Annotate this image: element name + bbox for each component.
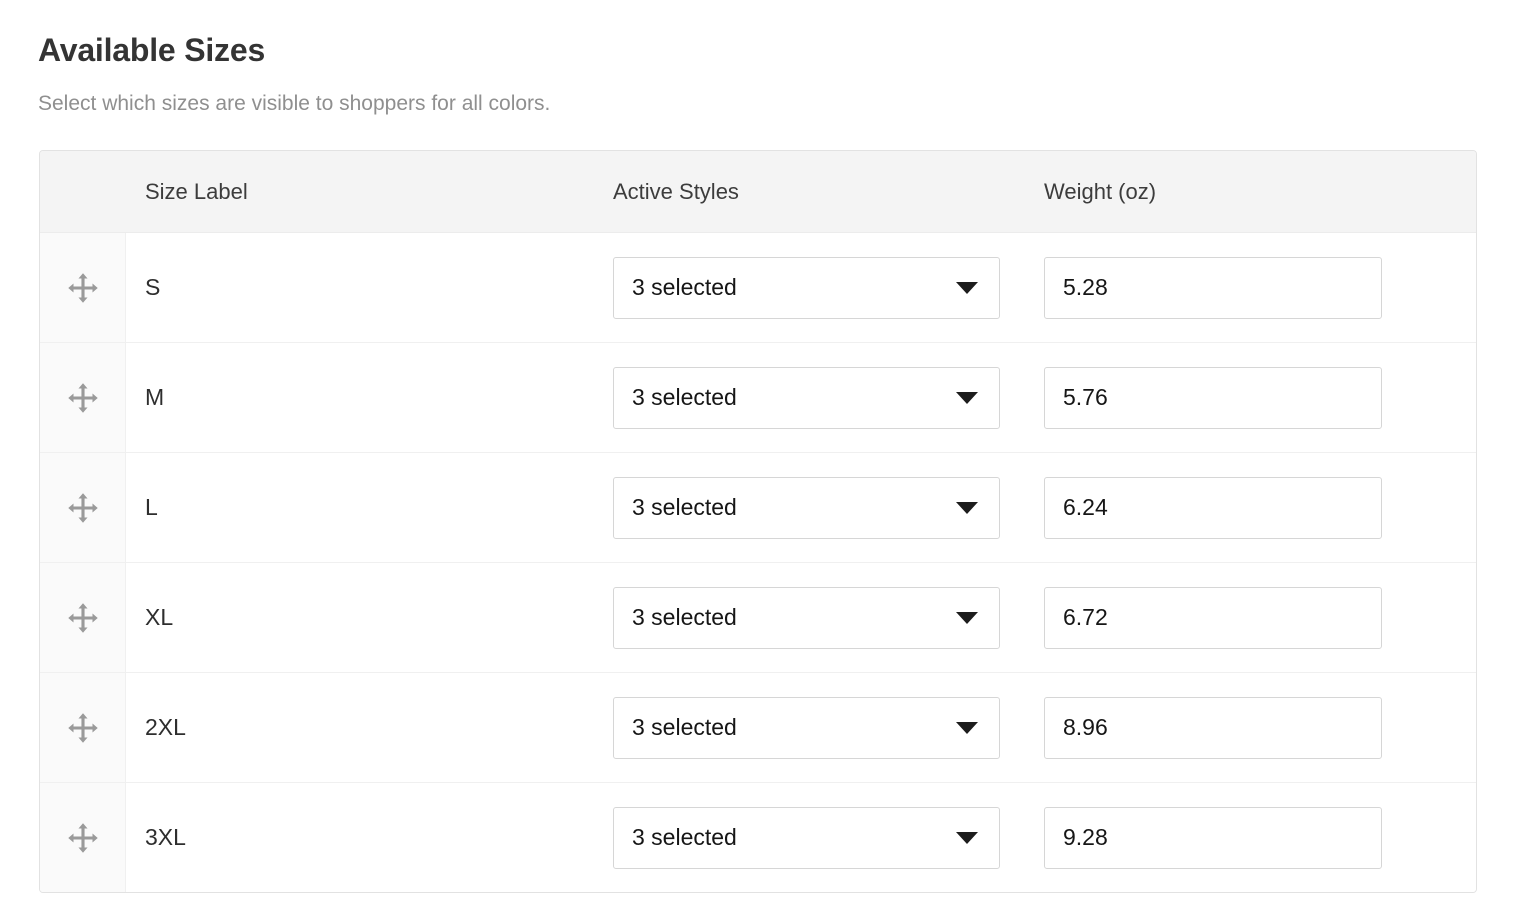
active-styles-value: 3 selected (632, 274, 737, 300)
weight-cell (1044, 673, 1476, 782)
page-subtitle: Select which sizes are visible to shoppe… (38, 92, 551, 115)
weight-input[interactable] (1044, 476, 1382, 539)
size-label-text: L (145, 494, 158, 520)
chevron-down-icon (956, 721, 978, 734)
active-styles-cell: 3 selected (613, 783, 1044, 892)
active-styles-cell: 3 selected (613, 343, 1044, 452)
active-styles-select[interactable]: 3 selected (613, 476, 1000, 539)
weight-cell (1044, 783, 1476, 892)
active-styles-cell: 3 selected (613, 563, 1044, 672)
drag-handle[interactable] (40, 563, 126, 672)
active-styles-value: 3 selected (632, 384, 737, 410)
table-body: S 3 selected M 3 selected (40, 232, 1476, 892)
size-label-cell: 2XL (126, 673, 613, 782)
active-styles-cell: 3 selected (613, 233, 1044, 342)
move-icon (66, 271, 100, 305)
table-row: S 3 selected (40, 232, 1476, 342)
size-label-text: 2XL (145, 714, 186, 740)
chevron-down-icon (956, 501, 978, 514)
active-styles-value: 3 selected (632, 824, 737, 850)
drag-handle[interactable] (40, 783, 126, 892)
drag-handle[interactable] (40, 453, 126, 562)
column-header-active-styles: Active Styles (613, 178, 739, 204)
available-sizes-page: Available Sizes Select which sizes are v… (0, 0, 1514, 912)
active-styles-select[interactable]: 3 selected (613, 696, 1000, 759)
page-title: Available Sizes (38, 32, 266, 68)
column-header-size-label: Size Label (145, 178, 248, 204)
active-styles-cell: 3 selected (613, 453, 1044, 562)
active-styles-select[interactable]: 3 selected (613, 366, 1000, 429)
active-styles-value: 3 selected (632, 714, 737, 740)
size-label-cell: M (126, 343, 613, 452)
weight-cell (1044, 233, 1476, 342)
active-styles-select[interactable]: 3 selected (613, 586, 1000, 649)
drag-handle[interactable] (40, 233, 126, 342)
move-icon (66, 821, 100, 855)
active-styles-cell: 3 selected (613, 673, 1044, 782)
weight-cell (1044, 563, 1476, 672)
size-label-cell: XL (126, 563, 613, 672)
move-icon (66, 381, 100, 415)
move-icon (66, 491, 100, 525)
weight-input[interactable] (1044, 256, 1382, 319)
chevron-down-icon (956, 281, 978, 294)
chevron-down-icon (956, 391, 978, 404)
move-icon (66, 601, 100, 635)
weight-input[interactable] (1044, 806, 1382, 869)
size-label-cell: L (126, 453, 613, 562)
table-row: M 3 selected (40, 342, 1476, 452)
weight-cell (1044, 343, 1476, 452)
table-row: XL 3 selected (40, 562, 1476, 672)
size-label-text: 3XL (145, 824, 186, 850)
table-row: L 3 selected (40, 452, 1476, 562)
size-label-text: S (145, 274, 161, 300)
move-icon (66, 711, 100, 745)
size-label-cell: 3XL (126, 783, 613, 892)
column-header-weight: Weight (oz) (1044, 178, 1157, 204)
table-header-drag-spacer (40, 151, 126, 232)
weight-input[interactable] (1044, 366, 1382, 429)
chevron-down-icon (956, 831, 978, 844)
active-styles-select[interactable]: 3 selected (613, 806, 1000, 869)
active-styles-select[interactable]: 3 selected (613, 256, 1000, 319)
active-styles-value: 3 selected (632, 604, 737, 630)
chevron-down-icon (956, 611, 978, 624)
weight-cell (1044, 453, 1476, 562)
table-row: 2XL 3 selected (40, 672, 1476, 782)
size-label-text: XL (145, 604, 174, 630)
weight-input[interactable] (1044, 586, 1382, 649)
size-label-cell: S (126, 233, 613, 342)
weight-input[interactable] (1044, 696, 1382, 759)
size-label-text: M (145, 384, 165, 410)
active-styles-value: 3 selected (632, 494, 737, 520)
sizes-table: Size Label Active Styles Weight (oz) S 3… (39, 150, 1477, 893)
table-row: 3XL 3 selected (40, 782, 1476, 892)
drag-handle[interactable] (40, 343, 126, 452)
table-header-row: Size Label Active Styles Weight (oz) (40, 151, 1476, 232)
drag-handle[interactable] (40, 673, 126, 782)
